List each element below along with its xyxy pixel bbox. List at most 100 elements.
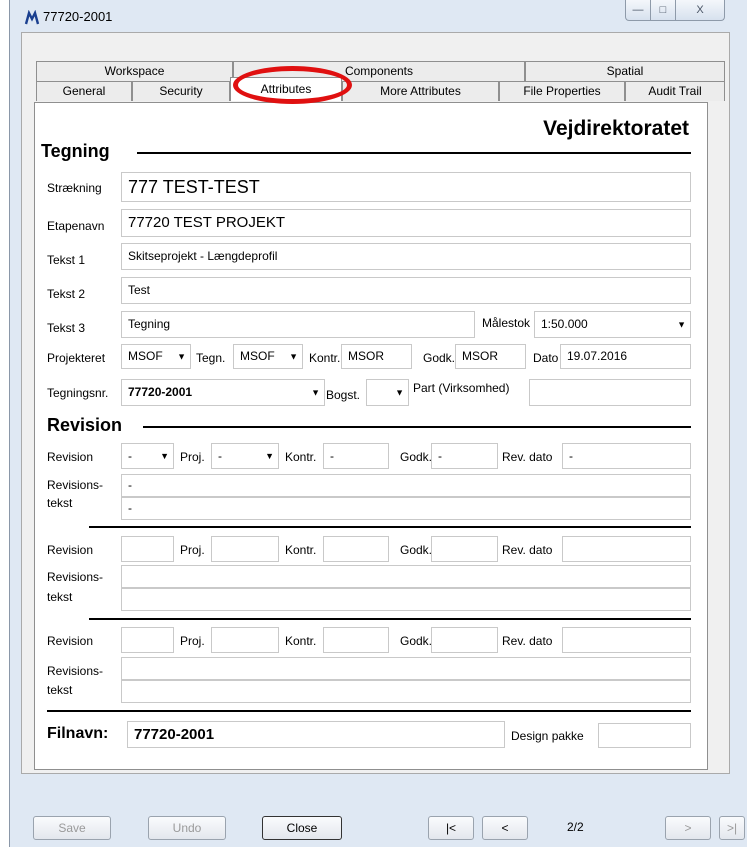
tab-spatial[interactable]: Spatial: [525, 61, 725, 81]
app-logo-icon: [24, 10, 40, 25]
bogst-select[interactable]: ▼: [366, 379, 409, 406]
minimize-icon: —: [632, 4, 644, 16]
design-pakke-label: Design pakke: [511, 729, 584, 743]
revisionstekst-field-1[interactable]: -: [121, 474, 691, 497]
minimize-button[interactable]: —: [625, 0, 651, 21]
revision-value: -: [128, 449, 132, 463]
rev-kontr-field[interactable]: [323, 536, 389, 562]
revision-label: Revision: [47, 543, 94, 557]
revision-field[interactable]: [121, 627, 174, 653]
revisionstekst-label: Revisions-: [47, 478, 104, 492]
chevron-down-icon: ▼: [160, 451, 169, 461]
tegn-select[interactable]: MSOF ▼: [233, 344, 303, 369]
proj-label: Proj.: [180, 634, 205, 648]
revisionstekst-field-2[interactable]: [121, 680, 691, 703]
rev-dato-label: Rev. dato: [502, 634, 553, 648]
bogst-label: Bogst.: [326, 388, 361, 402]
close-button[interactable]: Close: [262, 816, 342, 840]
revisionstekst-label: Revisions-: [47, 570, 104, 584]
rev-dato-field[interactable]: -: [562, 443, 691, 469]
godk-label: Godk.: [400, 543, 433, 557]
revision-select[interactable]: - ▼: [121, 443, 174, 469]
maximize-button[interactable]: □: [650, 0, 676, 21]
tab-security[interactable]: Security: [132, 81, 230, 101]
proj-label: Proj.: [180, 450, 205, 464]
tekst1-label: Tekst 1: [47, 253, 86, 267]
last-page-button[interactable]: >|: [719, 816, 745, 840]
godk-label: Godk.: [423, 351, 456, 365]
revisionstekst-label: Revisions-: [47, 664, 104, 678]
tekst2-label: Tekst 2: [47, 287, 86, 301]
revisionstekst-field-2[interactable]: [121, 588, 691, 611]
tab-row-bottom: General Security Attributes More Attribu…: [36, 77, 725, 101]
window-title: 77720-2001: [43, 9, 113, 24]
rev-dato-field[interactable]: [562, 536, 691, 562]
revisionstekst-field-1[interactable]: [121, 657, 691, 680]
godk-field[interactable]: MSOR: [455, 344, 526, 369]
proj-field[interactable]: [211, 627, 279, 653]
straekning-label: Strækning: [47, 181, 102, 195]
brand-title: Vejdirektoratet: [543, 117, 689, 140]
malestok-value: 1:50.000: [541, 317, 588, 331]
filnavn-field[interactable]: 77720-2001: [127, 721, 505, 748]
tegningsnr-select[interactable]: 77720-2001 ▼: [121, 379, 325, 406]
divider: [89, 618, 691, 620]
chevron-down-icon: ▼: [265, 451, 274, 461]
kontr-label: Kontr.: [309, 351, 341, 365]
part-field[interactable]: [529, 379, 691, 406]
tab-more-attributes[interactable]: More Attributes: [342, 81, 499, 101]
proj-field[interactable]: [211, 536, 279, 562]
attributes-content: Vejdirektoratet Tegning Strækning 777 TE…: [34, 102, 708, 770]
chevron-down-icon: ▼: [311, 387, 320, 397]
divider: [47, 710, 691, 712]
design-pakke-field[interactable]: [598, 723, 691, 748]
first-page-button[interactable]: |<: [428, 816, 474, 840]
close-window-button[interactable]: X: [675, 0, 725, 21]
tab-general[interactable]: General: [36, 81, 132, 101]
etapenavn-field[interactable]: 77720 TEST PROJEKT: [121, 209, 691, 237]
tegningsnr-label: Tegningsnr.: [47, 386, 109, 400]
kontr-field[interactable]: MSOR: [341, 344, 412, 369]
rev-dato-field[interactable]: [562, 627, 691, 653]
filnavn-label: Filnavn:: [47, 725, 109, 742]
chevron-down-icon: ▼: [289, 351, 298, 361]
kontr-label: Kontr.: [285, 634, 317, 648]
tekst3-field[interactable]: Tegning: [121, 311, 475, 338]
rev-kontr-field[interactable]: [323, 627, 389, 653]
rev-kontr-field[interactable]: -: [323, 443, 389, 469]
divider: [89, 526, 691, 528]
malestok-select[interactable]: 1:50.000 ▼: [534, 311, 691, 338]
save-button[interactable]: Save: [33, 816, 111, 840]
dato-field[interactable]: 19.07.2016: [560, 344, 691, 369]
chevron-down-icon: ▼: [677, 319, 686, 329]
undo-button[interactable]: Undo: [148, 816, 226, 840]
prev-page-button[interactable]: <: [482, 816, 528, 840]
malestok-label: Målestok: [482, 316, 531, 330]
proj-value: -: [218, 449, 222, 463]
straekning-field[interactable]: 777 TEST-TEST: [121, 172, 691, 202]
proj-select[interactable]: - ▼: [211, 443, 279, 469]
proj-label: Proj.: [180, 543, 205, 557]
tab-workspace[interactable]: Workspace: [36, 61, 233, 81]
rev-godk-field[interactable]: -: [431, 443, 498, 469]
godk-label: Godk.: [400, 634, 433, 648]
maximize-icon: □: [659, 4, 667, 16]
projekteret-label: Projekteret: [47, 351, 106, 365]
revisionstekst-field-1[interactable]: [121, 565, 691, 588]
revision-field[interactable]: [121, 536, 174, 562]
rev-godk-field[interactable]: [431, 536, 498, 562]
etapenavn-label: Etapenavn: [47, 219, 105, 233]
kontr-label: Kontr.: [285, 543, 317, 557]
revisionstekst-field-2[interactable]: -: [121, 497, 691, 520]
next-page-button[interactable]: >: [665, 816, 711, 840]
rev-dato-label: Rev. dato: [502, 450, 553, 464]
tab-file-properties[interactable]: File Properties: [499, 81, 625, 101]
revision-label: Revision: [47, 634, 94, 648]
tab-audit-trail[interactable]: Audit Trail: [625, 81, 725, 101]
tab-attributes[interactable]: Attributes: [230, 77, 342, 101]
divider: [137, 152, 691, 154]
tekst1-field[interactable]: Skitseprojekt - Længdeprofil: [121, 243, 691, 270]
rev-godk-field[interactable]: [431, 627, 498, 653]
tekst2-field[interactable]: Test: [121, 277, 691, 304]
projekteret-select[interactable]: MSOF ▼: [121, 344, 191, 369]
